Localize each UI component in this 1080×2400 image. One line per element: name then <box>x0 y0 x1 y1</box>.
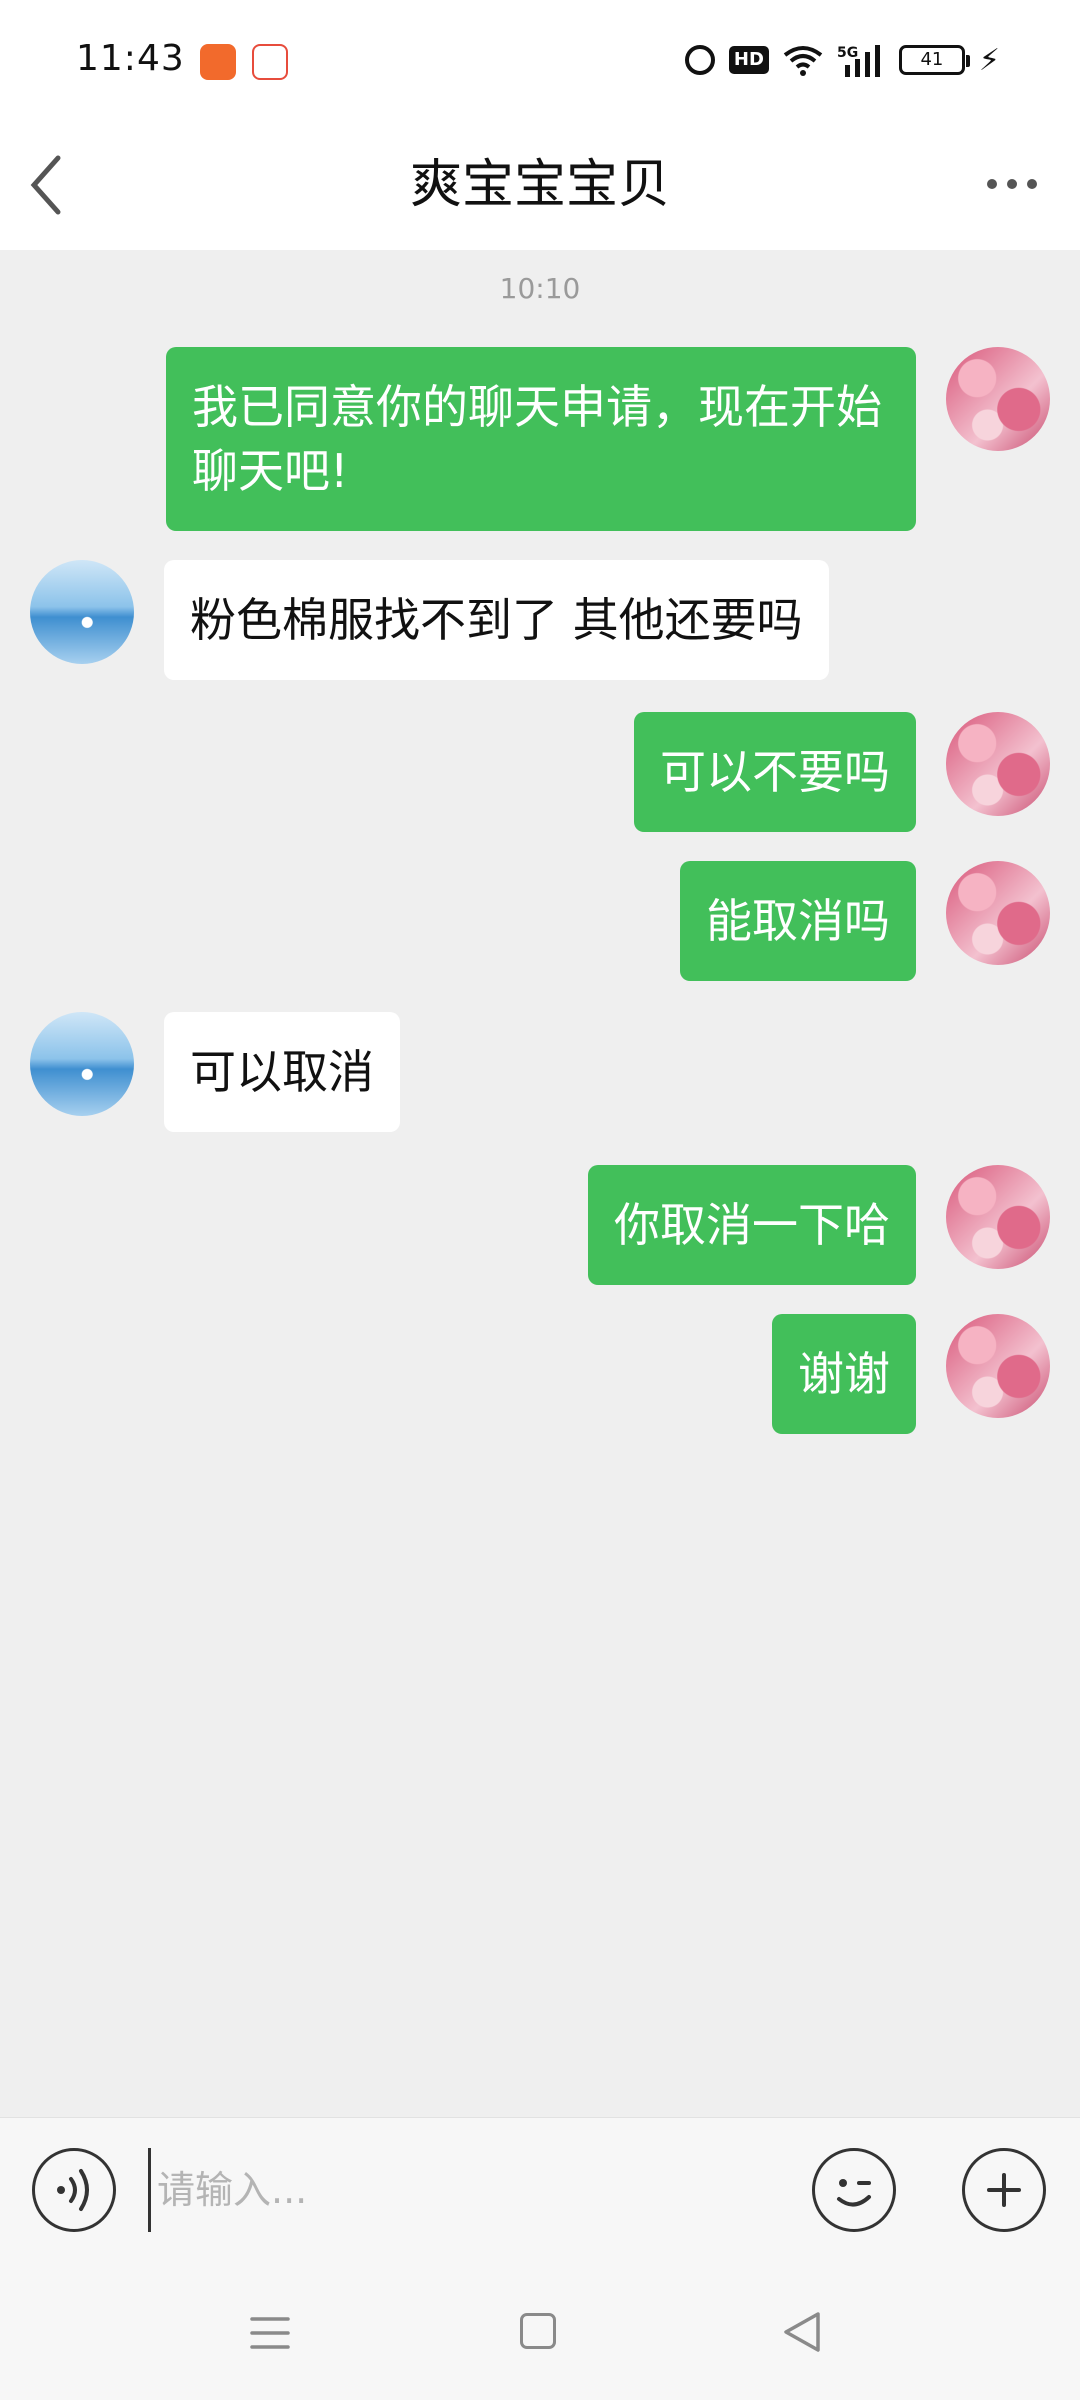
more-options-icon[interactable] <box>984 172 1040 196</box>
wifi-icon <box>783 46 823 76</box>
contact-avatar[interactable] <box>30 560 134 664</box>
charging-icon: ⚡ <box>978 42 1000 78</box>
5g-signal-icon: 5G <box>837 45 880 77</box>
58-app-icon <box>252 44 288 80</box>
plus-icon <box>987 2173 1021 2207</box>
svg-text:5G: 5G <box>837 45 858 61</box>
voice-icon <box>57 2169 89 2211</box>
hd-icon: HD <box>728 46 769 74</box>
contact-name: 爽宝宝宝贝 <box>409 155 670 215</box>
recent-apps-icon[interactable] <box>250 2313 290 2353</box>
message-timestamp: 10:10 <box>499 272 581 305</box>
chat-header: 爽宝宝宝贝 <box>0 120 1080 250</box>
status-time: 11:43 <box>76 38 185 79</box>
alarm-icon <box>684 45 715 75</box>
add-attachment-button[interactable] <box>962 2148 1046 2232</box>
message-bubble-sent[interactable]: 我已同意你的聊天申请，现在开始聊天吧! <box>166 347 916 531</box>
home-icon[interactable] <box>520 2313 556 2349</box>
status-bar: 11:43 HD 5G 41 ⚡ <box>0 0 1080 120</box>
message-list[interactable]: 10:10 我已同意你的聊天申请，现在开始聊天吧! 粉色棉服找不到了 其他还要吗… <box>0 250 1080 2115</box>
emoji-icon <box>837 2179 871 2207</box>
my-avatar[interactable] <box>946 1165 1050 1269</box>
message-bubble-sent[interactable]: 谢谢 <box>772 1314 916 1434</box>
my-avatar[interactable] <box>946 712 1050 816</box>
my-avatar[interactable] <box>946 1314 1050 1418</box>
voice-button[interactable] <box>32 2148 116 2232</box>
my-avatar[interactable] <box>946 861 1050 965</box>
message-input[interactable] <box>148 2148 788 2232</box>
message-bubble-received[interactable]: 粉色棉服找不到了 其他还要吗 <box>164 560 829 680</box>
emoji-button[interactable] <box>812 2148 896 2232</box>
message-bubble-received[interactable]: 可以取消 <box>164 1012 400 1132</box>
battery-icon: 41 <box>898 45 970 75</box>
status-icons: HD 5G 41 ⚡ <box>684 36 1000 84</box>
message-bubble-sent[interactable]: 可以不要吗 <box>634 712 916 832</box>
message-bubble-sent[interactable]: 你取消一下哈 <box>588 1165 916 1285</box>
back-triangle-icon[interactable] <box>780 2310 824 2354</box>
my-avatar[interactable] <box>946 347 1050 451</box>
message-bubble-sent[interactable]: 能取消吗 <box>680 861 916 981</box>
contact-avatar[interactable] <box>30 1012 134 1116</box>
message-input-bar <box>0 2117 1080 2268</box>
haohaojia-app-icon <box>200 44 236 80</box>
system-navigation-bar <box>0 2268 1080 2400</box>
